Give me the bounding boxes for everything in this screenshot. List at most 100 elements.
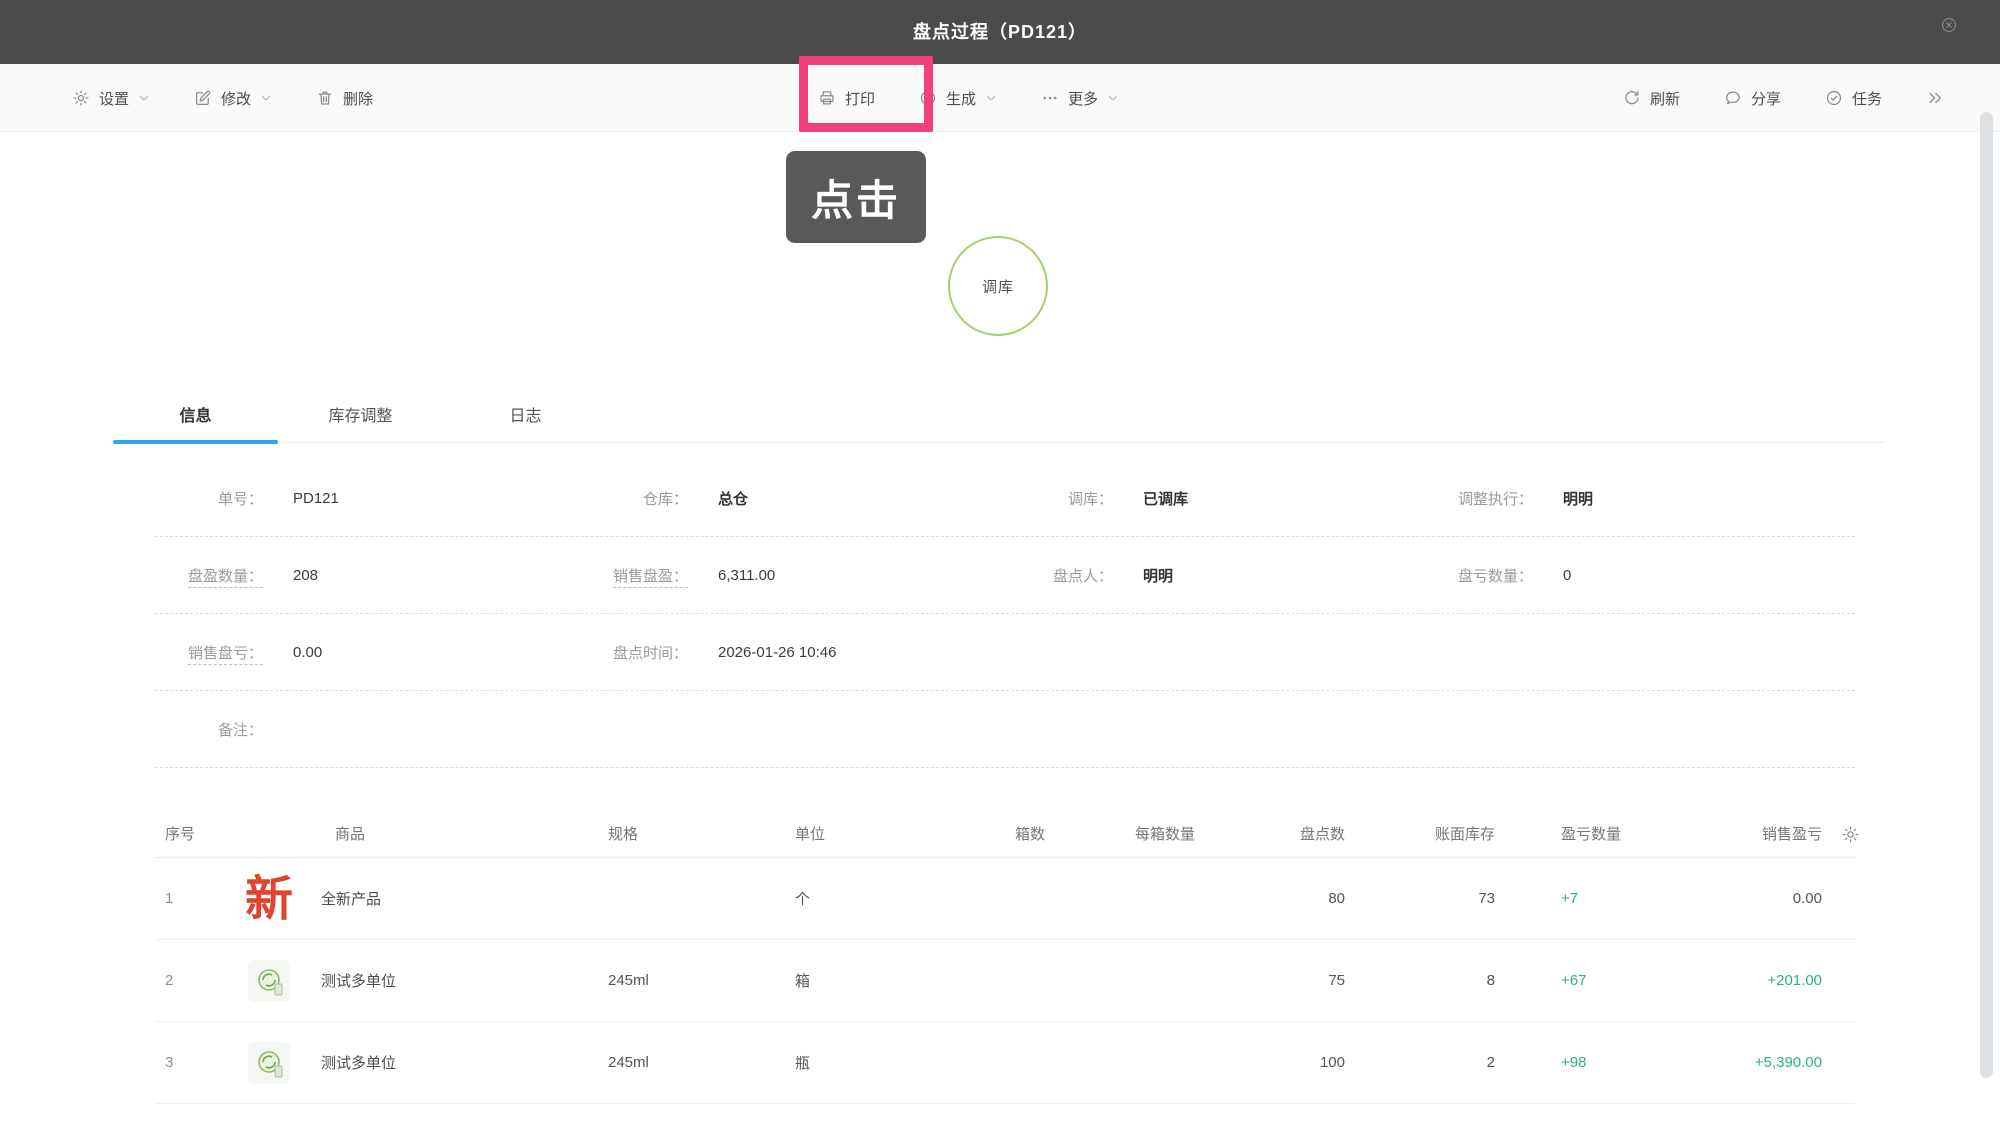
product-thumbnail: [245, 1041, 293, 1084]
field-value: 0.00: [293, 643, 323, 661]
info-row: 备注：: [155, 691, 1855, 768]
column-header-seq: 序号: [165, 826, 196, 843]
field-value: 6,311.00: [718, 566, 776, 584]
field-label: 仓库：: [642, 490, 688, 508]
chevron-down-icon: [985, 92, 997, 104]
field-label: 销售盘盈：: [580, 565, 688, 588]
close-button[interactable]: [1940, 16, 1972, 48]
field-value: 总仓: [718, 490, 749, 508]
toolbar-button-label: 打印: [845, 90, 876, 108]
plus-circle-icon: [919, 89, 937, 107]
toolbar-button-label: 刷新: [1649, 90, 1680, 108]
toolbar-group-center: 打印 生成 更多: [818, 64, 1119, 132]
field-label: 盘盈数量：: [155, 565, 263, 588]
toolbar-refresh-button[interactable]: 刷新: [1623, 88, 1680, 109]
cell-seq: 2: [165, 972, 174, 989]
toolbar-print-button[interactable]: 打印: [818, 88, 875, 109]
status-badge: 调库: [948, 236, 1048, 336]
info-field: 单号： PD121: [155, 460, 580, 536]
info-section: 单号： PD121 仓库： 总仓 调库： 已调库 调整执行： 明明 盘盈数量： 208 销售盘盈： 6…: [155, 460, 1855, 768]
column-header-boxes: 箱数: [1014, 826, 1045, 843]
toolbar-share-button[interactable]: 分享: [1724, 88, 1781, 109]
column-header-per_box: 每箱数量: [1134, 826, 1195, 843]
tab-label: 日志: [509, 408, 542, 425]
cell-seq: 3: [165, 1054, 174, 1071]
refresh-icon: [1623, 89, 1641, 107]
toolbar-button-label: 任务: [1851, 90, 1882, 108]
cell-unit: 个: [795, 891, 811, 908]
info-field: 调库： 已调库: [1005, 460, 1425, 536]
field-value: 明明: [1143, 567, 1174, 585]
info-field: 盘点人： 明明: [1005, 537, 1425, 613]
toolbar-settings-button[interactable]: 设置: [72, 88, 150, 109]
cell-unit: 瓶: [795, 1055, 811, 1072]
toolbar-button-label: 修改: [221, 90, 252, 108]
field-value: 已调库: [1143, 490, 1189, 508]
table-header-row: 序号 商品 规格 单位 箱数 每箱数量 盘点数 账面库存 盈亏数量 销售盈亏: [155, 810, 1859, 858]
cell-diff: +7: [1561, 890, 1579, 907]
tab-log[interactable]: 日志: [443, 400, 608, 443]
share-icon: [1724, 89, 1742, 107]
tab-label: 库存调整: [328, 408, 393, 425]
product-cell: 测试多单位: [245, 959, 590, 1002]
info-field: 调整执行： 明明: [1425, 460, 1855, 536]
trash-icon: [316, 89, 334, 107]
column-header-counted: 盘点数: [1299, 826, 1345, 843]
field-label: 盘点时间：: [612, 644, 688, 662]
cell-counted: 75: [1328, 972, 1345, 989]
cell-diff: +67: [1561, 972, 1587, 989]
info-field: 备注：: [155, 691, 580, 767]
tab-label: 信息: [179, 408, 212, 425]
table-body: 1 新 全新产品 个 80 73 +7 0.00 2 测试多单位 245ml 箱 75 8 +67 +201.…: [155, 858, 1855, 1104]
table-row: 1 新 全新产品 个 80 73 +7 0.00: [155, 858, 1855, 940]
info-row: 单号： PD121 仓库： 总仓 调库： 已调库 调整执行： 明明: [155, 460, 1855, 537]
toolbar-delete-button[interactable]: 删除: [316, 88, 373, 109]
toolbar-group-left: 设置 修改 删除: [72, 64, 373, 132]
cell-book: 73: [1478, 890, 1495, 907]
info-field: 盘亏数量： 0: [1425, 537, 1855, 613]
product-name: 测试多单位: [321, 1055, 397, 1072]
info-field: 盘盈数量： 208: [155, 537, 580, 613]
toolbar-more-button[interactable]: 更多: [1041, 88, 1119, 109]
toolbar-button-label: 更多: [1068, 90, 1099, 108]
tab-info[interactable]: 信息: [113, 400, 278, 444]
field-value: PD121: [293, 489, 339, 507]
toolbar-button-label: 分享: [1750, 90, 1781, 108]
toolbar-tasks-button[interactable]: 任务: [1825, 88, 1882, 109]
field-label: 单号：: [217, 490, 263, 508]
field-label: 调整执行：: [1457, 490, 1533, 508]
vertical-scrollbar[interactable]: [1980, 112, 1993, 1078]
toolbar-button-label: 生成: [946, 90, 977, 108]
new-character: 新: [245, 870, 294, 927]
title-bar: 盘点过程（PD121）: [0, 0, 2000, 64]
table-settings-gear-icon[interactable]: [1841, 825, 1860, 844]
cell-diff: +98: [1561, 1054, 1587, 1071]
ellipsis-icon: [1041, 89, 1059, 107]
toolbar-button-label: 删除: [343, 90, 374, 108]
edit-icon: [194, 89, 212, 107]
gear-icon: [72, 89, 90, 107]
cell-spec: 245ml: [608, 1054, 649, 1071]
product-name: 全新产品: [321, 891, 382, 908]
page-title: 盘点过程（PD121）: [912, 22, 1088, 42]
info-field: 仓库： 总仓: [580, 460, 1005, 536]
column-header-product: 商品: [335, 826, 366, 843]
column-header-diff: 盈亏数量: [1561, 826, 1622, 843]
toolbar-expand-button[interactable]: [1926, 89, 1944, 107]
cell-sales: +5,390.00: [1754, 1054, 1822, 1071]
cell-sales: +201.00: [1767, 972, 1822, 989]
cell-book: 8: [1486, 972, 1495, 989]
chevron-down-icon: [138, 92, 150, 104]
toolbar-generate-button[interactable]: 生成: [919, 88, 997, 109]
info-row: 盘盈数量： 208 销售盘盈： 6,311.00 盘点人： 明明 盘亏数量： 0: [155, 537, 1855, 614]
toolbar-edit-button[interactable]: 修改: [194, 88, 272, 109]
field-label: 调库：: [1067, 490, 1113, 508]
cell-book: 2: [1486, 1054, 1495, 1071]
toolbar: 设置 修改 删除 打印 生成 更多 刷新 分享 任务: [0, 64, 2000, 132]
column-header-sales: 销售盈亏: [1761, 826, 1822, 843]
product-thumbnail: [245, 959, 293, 1002]
field-value: 208: [293, 566, 319, 584]
cell-sales: 0.00: [1792, 890, 1822, 907]
tab-stock-adjust[interactable]: 库存调整: [278, 400, 443, 443]
info-field: 销售盘亏： 0.00: [155, 614, 580, 690]
